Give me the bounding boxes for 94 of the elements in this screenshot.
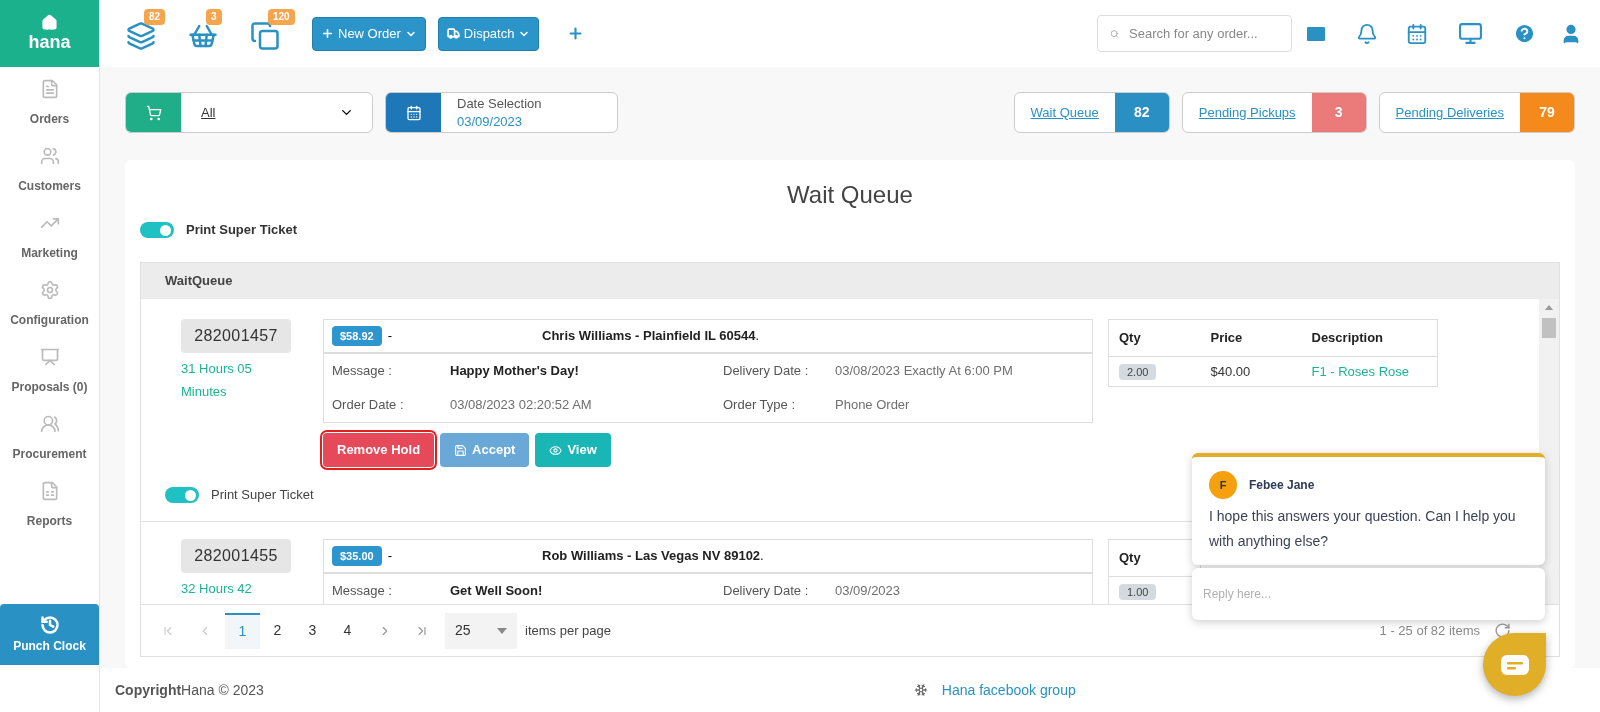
search-field[interactable]: Search for any order...: [1097, 15, 1292, 52]
calendar-icon: [405, 104, 422, 121]
date-selection[interactable]: Date Selection 03/09/2023: [385, 92, 618, 133]
sidebar-item[interactable]: Orders: [0, 67, 99, 134]
order-number: 282001455: [181, 539, 291, 573]
customer-name: Rob Williams - Las Vegas NV 89102.: [542, 547, 764, 566]
field-value: 03/08/2023 Exactly At 6:00 PM: [835, 363, 1014, 379]
sidebar-item[interactable]: Procurement: [0, 402, 99, 469]
remove-button[interactable]: Remove Hold: [323, 433, 435, 467]
field-value: 03/08/2023 02:20:52 AM: [450, 397, 593, 413]
quantity-tag: 1.00: [1119, 583, 1157, 600]
sidebar-icon: [39, 414, 60, 434]
price-tag: $35.00: [332, 545, 382, 567]
toggle-label: Print Super Ticket: [211, 486, 314, 505]
sidebar-icon: [39, 146, 60, 166]
refresh-icon[interactable]: [1494, 622, 1511, 639]
elapsed-time: 31 Hours 05 Minutes: [181, 360, 253, 401]
sidebar-icon: [39, 280, 60, 300]
field-value: 03/09/2023: [835, 583, 902, 599]
add-icon[interactable]: [567, 25, 585, 42]
stat-count: 82: [1114, 93, 1169, 132]
field-label: Order Type :: [722, 397, 796, 413]
sidebar-item[interactable]: Proposals (0): [0, 335, 99, 402]
sidebar-item[interactable]: Marketing: [0, 201, 99, 268]
field-label: Message :: [332, 363, 393, 379]
agent-avatar: F: [1209, 471, 1237, 499]
toggle-label: Print Super Ticket: [186, 221, 297, 240]
bell-icon[interactable]: [1356, 22, 1378, 45]
separator-text: -: [387, 327, 392, 346]
calendar-icon[interactable]: [1406, 22, 1428, 45]
field-value: Get Well Soon!: [450, 583, 544, 599]
punch-clock-button[interactable]: Punch Clock: [0, 604, 99, 665]
separator-text: -: [387, 547, 392, 566]
sidebar-icon: [39, 347, 60, 367]
page-button[interactable]: 1: [225, 612, 260, 649]
field-label: Message :: [332, 583, 393, 599]
sidebar-item[interactable]: Customers: [0, 134, 99, 201]
panel-header: WaitQueue: [141, 263, 1559, 299]
toggle-switch[interactable]: [140, 222, 174, 238]
field-value: Happy Mother's Day!: [450, 363, 580, 379]
reply-input[interactable]: Reply here...: [1203, 585, 1534, 603]
facebook-group-link[interactable]: Hana facebook group: [941, 679, 1076, 701]
stack-icon[interactable]: [126, 20, 156, 51]
elapsed-time: 32 Hours 42: [181, 580, 253, 598]
page-button[interactable]: 3: [295, 612, 330, 649]
count-badge: 3: [206, 8, 222, 25]
field-label: Order Date :: [332, 397, 405, 413]
copy-icon[interactable]: [250, 20, 280, 51]
chat-bubble-icon: [1500, 654, 1529, 675]
stat-pill[interactable]: Wait Queue 82: [1013, 92, 1170, 133]
new-order-button[interactable]: New Order: [312, 16, 426, 51]
home-icon: [41, 14, 58, 31]
clock-icon: [39, 614, 60, 635]
stat-count: 3: [1311, 93, 1366, 132]
page-button[interactable]: 2: [260, 612, 295, 649]
page-title: Wait Queue: [786, 181, 914, 209]
column-header: Description: [1311, 330, 1383, 346]
dispatch-button[interactable]: Dispatch: [437, 16, 540, 51]
page-size-select[interactable]: 25: [445, 612, 517, 649]
chat-message: I hope this answers your question. Can I help you with anything else?: [1209, 507, 1517, 551]
order-number: 282001457: [181, 319, 291, 353]
table-cell: $40.00: [1210, 363, 1251, 379]
help-icon[interactable]: [1513, 22, 1536, 45]
sidebar-item[interactable]: Configuration: [0, 268, 99, 335]
search-input[interactable]: Search for any order...: [1129, 23, 1279, 44]
count-badge: 82: [144, 8, 166, 25]
field-label: Delivery Date :: [722, 583, 810, 599]
cart-icon: [145, 104, 162, 121]
stat-count: 79: [1520, 93, 1574, 132]
customer-name: Chris Williams - Plainfield IL 60544.: [542, 327, 760, 346]
column-header: Qty: [1119, 550, 1141, 566]
sidebar-item[interactable]: Reports: [0, 469, 99, 536]
snowflake-icon: [913, 683, 928, 697]
price-tag: $58.92: [332, 325, 382, 347]
column-header: Qty: [1119, 330, 1141, 346]
column-header: Price: [1210, 330, 1243, 346]
stat-pill[interactable]: Pending Pickups 3: [1181, 92, 1367, 133]
copyright-text: CopyrightHana © 2023: [115, 680, 264, 700]
table-cell: F1 - Roses Rose: [1311, 363, 1410, 379]
field-value: Phone Order: [835, 397, 911, 413]
page-button[interactable]: 4: [330, 612, 365, 649]
page-size-label: items per page: [525, 621, 611, 640]
pager-summary: 1 - 25 of 82 items: [1379, 621, 1480, 640]
monitor-icon[interactable]: [1458, 21, 1483, 46]
plus-icon: [321, 27, 334, 40]
store-select[interactable]: All: [125, 92, 373, 133]
agent-name: Febee Jane: [1249, 477, 1315, 494]
eye-icon: [549, 443, 563, 457]
truck-icon: [446, 27, 460, 40]
count-badge: 120: [268, 8, 295, 25]
stat-pill[interactable]: Pending Deliveries 79: [1378, 92, 1575, 133]
toggle-switch[interactable]: [165, 487, 199, 503]
quantity-tag: 2.00: [1119, 363, 1157, 380]
field-label: Delivery Date :: [722, 363, 810, 379]
